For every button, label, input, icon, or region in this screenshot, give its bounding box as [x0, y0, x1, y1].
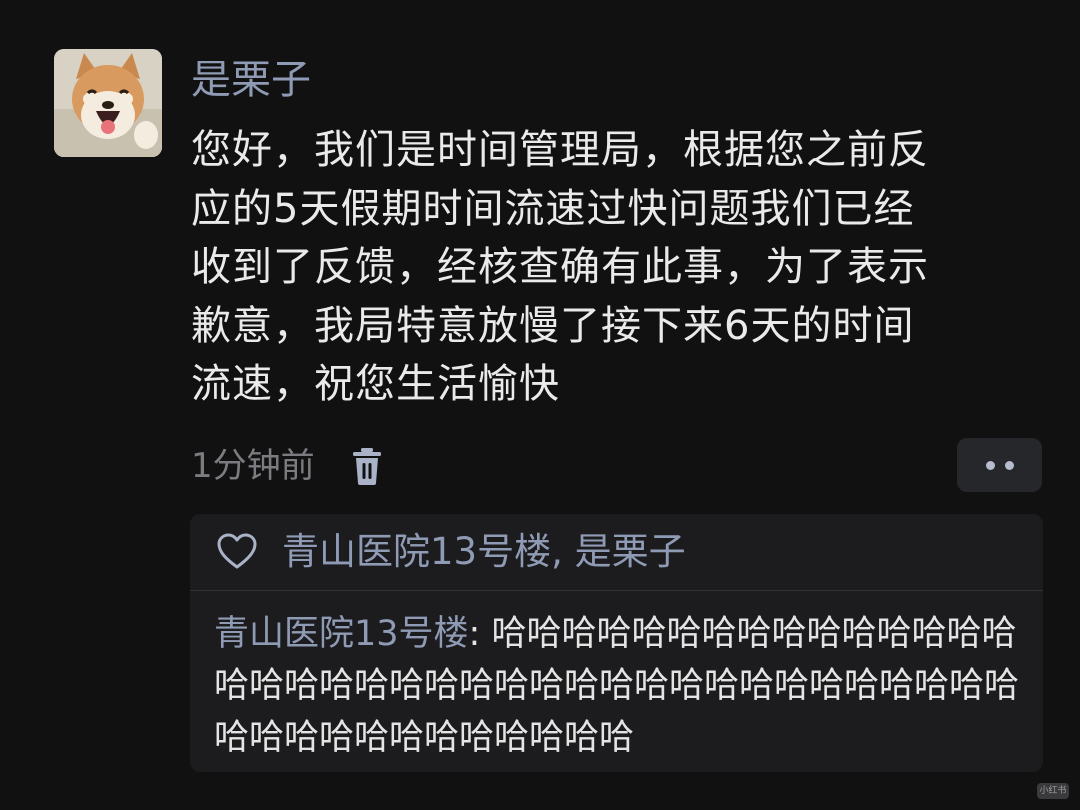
- delete-button[interactable]: [349, 446, 385, 486]
- comment-page: 是栗子 您好，我们是时间管理局，根据您之前反 应的5天假期时间流速过快问题我们已…: [0, 0, 1080, 810]
- comment-author[interactable]: 青山医院13号楼: [214, 614, 469, 654]
- more-options-button[interactable]: [957, 438, 1042, 492]
- post-timestamp: 1分钟前: [191, 446, 315, 486]
- interaction-panel: 青山医院13号楼, 是栗子 青山医院13号楼: 哈哈哈哈哈哈哈哈哈哈哈哈哈哈哈哈…: [190, 514, 1043, 772]
- avatar[interactable]: [54, 49, 162, 157]
- liked-by-text[interactable]: 青山医院13号楼, 是栗子: [282, 528, 686, 576]
- more-dots-icon: [986, 461, 995, 470]
- likes-row: 青山医院13号楼, 是栗子: [190, 514, 1043, 590]
- post-author-name[interactable]: 是栗子: [191, 54, 311, 106]
- trash-icon: [353, 448, 381, 485]
- more-dots-icon-2: [1005, 461, 1014, 470]
- comment-separator: :: [468, 614, 492, 654]
- divider: [190, 590, 1043, 591]
- heart-outline-icon[interactable]: [216, 532, 258, 570]
- post-message-text: 您好，我们是时间管理局，根据您之前反 应的5天假期时间流速过快问题我们已经 收到…: [191, 127, 929, 407]
- reply-comment: 青山医院13号楼: 哈哈哈哈哈哈哈哈哈哈哈哈哈哈哈哈哈哈哈哈哈哈哈哈哈哈哈哈哈哈…: [214, 608, 1034, 764]
- watermark-badge: 小红书: [1037, 783, 1069, 799]
- shiba-dog-icon: [54, 49, 162, 157]
